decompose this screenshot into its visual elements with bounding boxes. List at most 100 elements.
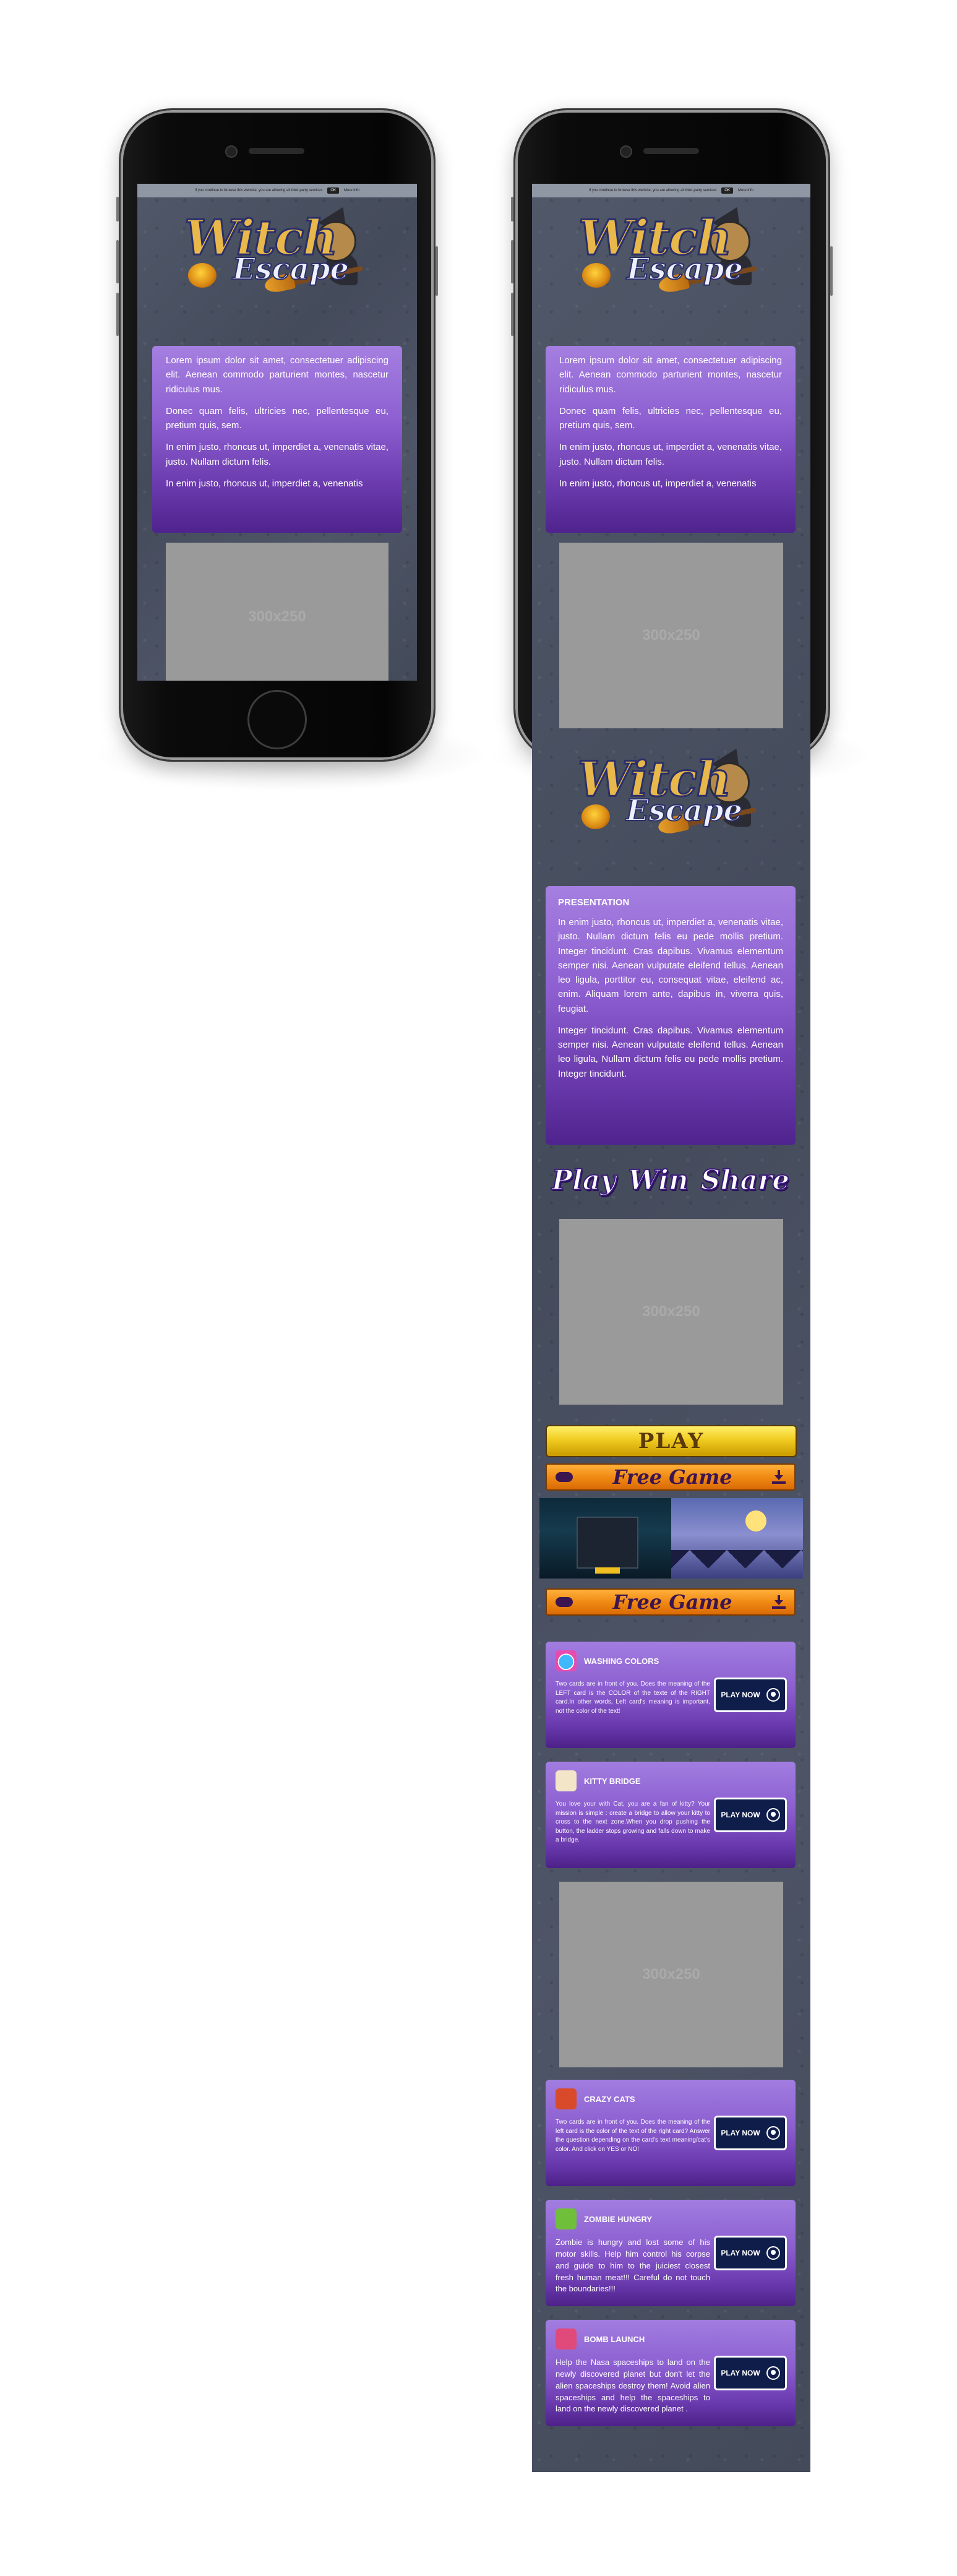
game-description: Two cards are in front of you. Does the … — [556, 2119, 710, 2153]
power-button — [830, 246, 833, 296]
game-description: You love your with Cat, you are a fan of… — [556, 1801, 710, 1843]
game-screenshot-1[interactable] — [539, 1498, 671, 1579]
play-now-label: PLAY NOW — [721, 2249, 760, 2257]
game-title: WASHING COLORS — [584, 1656, 659, 1666]
pumpkin-icon — [581, 804, 610, 829]
tagline-win: Win — [628, 1164, 689, 1197]
game-title: BOMB LAUNCH — [584, 2335, 645, 2344]
presentation-card: PRESENTATION In enim justo, rhoncus ut, … — [546, 886, 796, 1145]
play-now-label: PLAY NOW — [721, 2369, 760, 2377]
intro-paragraph: Donec quam felis, ultricies nec, pellent… — [559, 405, 782, 431]
intro-paragraph: Lorem ipsum dolor sit amet, consectetuer… — [559, 355, 782, 395]
moon-icon — [745, 1510, 766, 1531]
presentation-paragraph: Integer tincidunt. Cras dapibus. Vivamus… — [558, 1025, 783, 1079]
crazy-cats-icon — [556, 2088, 577, 2109]
long-page-screen: If you continue to browse this website, … — [532, 184, 810, 2472]
power-button — [436, 246, 438, 296]
play-now-button[interactable]: PLAY NOW — [714, 2236, 787, 2270]
earpiece-speaker — [643, 148, 699, 154]
volume-down-button — [116, 293, 119, 336]
mute-switch — [116, 197, 119, 222]
gamepad-icon — [556, 1597, 573, 1607]
game-title: KITTY BRIDGE — [584, 1777, 641, 1786]
washing-colors-icon — [556, 1650, 577, 1671]
download-icon — [772, 1595, 786, 1609]
free-game-label: Free Game — [612, 1465, 732, 1489]
free-game-label: Free Game — [612, 1590, 732, 1614]
game-card: KITTY BRIDGE You love your with Cat, you… — [546, 1762, 796, 1868]
play-now-button[interactable]: PLAY NOW — [714, 1798, 787, 1832]
intro-card: Lorem ipsum dolor sit amet, consectetuer… — [152, 346, 402, 533]
play-circle-icon — [766, 2366, 780, 2380]
gamepad-icon — [556, 1472, 573, 1482]
witch-escape-logo: Witch Escape — [572, 200, 770, 301]
game-title: CRAZY CATS — [584, 2095, 635, 2104]
bomb-launch-icon — [556, 2328, 577, 2350]
cookie-text: If you continue to browse this website, … — [588, 189, 717, 192]
front-camera — [620, 145, 632, 158]
play-now-button[interactable]: PLAY NOW — [714, 2356, 787, 2390]
game-description: Help the Nasa spaceships to land on the … — [556, 2358, 710, 2414]
screenshot-button — [595, 1567, 620, 1574]
game-screenshots — [539, 1498, 803, 1579]
game-screenshot-2[interactable] — [671, 1498, 803, 1579]
kitty-bridge-icon — [556, 1770, 577, 1791]
home-button[interactable] — [247, 690, 307, 749]
intro-paragraph: In enim justo, rhoncus ut, imperdiet a, … — [166, 442, 388, 467]
volume-up-button — [511, 240, 513, 283]
ad-placeholder[interactable]: 300x250 — [559, 1882, 783, 2067]
logo-word-2: Escape — [626, 251, 744, 287]
volume-down-button — [511, 293, 513, 336]
cookie-bar: If you continue to browse this website, … — [137, 184, 417, 197]
play-now-label: PLAY NOW — [721, 2129, 760, 2137]
game-card: CRAZY CATS Two cards are in front of you… — [546, 2080, 796, 2186]
cookie-ok-button[interactable]: OK — [327, 187, 340, 194]
cookie-more-link[interactable]: More info — [344, 189, 359, 192]
play-circle-icon — [766, 2246, 780, 2260]
free-game-download-button[interactable]: Free Game — [546, 1588, 796, 1616]
intro-card: Lorem ipsum dolor sit amet, consectetuer… — [546, 346, 796, 533]
ad-placeholder[interactable]: 300x250 — [559, 543, 783, 728]
play-circle-icon — [766, 1688, 780, 1702]
zombie-hungry-icon — [556, 2208, 577, 2229]
cookie-ok-button[interactable]: OK — [721, 187, 734, 194]
game-title: ZOMBIE HUNGRY — [584, 2215, 653, 2224]
cookie-bar: If you continue to browse this website, … — [532, 184, 810, 197]
play-now-label: PLAY NOW — [721, 1811, 760, 1819]
ad-placeholder[interactable]: 300x250 — [559, 1219, 783, 1405]
logo-word-2: Escape — [625, 793, 743, 829]
play-circle-icon — [766, 1808, 780, 1822]
phone-screen-left: If you continue to browse this website, … — [137, 184, 417, 681]
intro-paragraph: Donec quam felis, ultricies nec, pellent… — [166, 405, 388, 431]
play-now-button[interactable]: PLAY NOW — [714, 1678, 787, 1712]
witch-escape-logo: Witch Escape — [572, 741, 770, 843]
tagline-play: Play — [551, 1164, 617, 1197]
pumpkin-icon — [582, 263, 611, 288]
logo-word-2: Escape — [232, 251, 350, 287]
cookie-more-link[interactable]: More info — [738, 189, 753, 192]
game-description: Zombie is hungry and lost some of his mo… — [556, 2238, 710, 2294]
download-icon — [772, 1470, 786, 1484]
presentation-paragraph: In enim justo, rhoncus ut, imperdiet a, … — [558, 917, 783, 1014]
game-card: BOMB LAUNCH Help the Nasa spaceships to … — [546, 2320, 796, 2426]
play-now-label: PLAY NOW — [721, 1691, 760, 1699]
free-game-download-button[interactable]: Free Game — [546, 1463, 796, 1491]
earpiece-speaker — [249, 148, 304, 154]
front-camera — [225, 145, 238, 158]
game-description: Two cards are in front of you. Does the … — [556, 1681, 710, 1715]
play-now-button[interactable]: PLAY NOW — [714, 2116, 787, 2150]
intro-paragraph: Lorem ipsum dolor sit amet, consectetuer… — [166, 355, 388, 395]
play-button[interactable]: PLAY — [546, 1425, 797, 1457]
ad-placeholder[interactable]: 300x250 — [166, 543, 388, 681]
presentation-title: PRESENTATION — [558, 897, 630, 908]
pumpkin-icon — [188, 263, 217, 288]
game-card: ZOMBIE HUNGRY Zombie is hungry and lost … — [546, 2200, 796, 2306]
play-win-share-tagline: Play Win Share — [546, 1155, 796, 1205]
intro-paragraph: In enim justo, rhoncus ut, imperdiet a, … — [559, 442, 782, 467]
cookie-text: If you continue to browse this website, … — [194, 189, 323, 192]
play-circle-icon — [766, 2126, 780, 2140]
intro-paragraph: In enim justo, rhoncus ut, imperdiet a, … — [559, 478, 757, 489]
intro-paragraph: In enim justo, rhoncus ut, imperdiet a, … — [166, 478, 363, 489]
screenshot-frame — [577, 1517, 638, 1569]
game-card: WASHING COLORS Two cards are in front of… — [546, 1642, 796, 1748]
